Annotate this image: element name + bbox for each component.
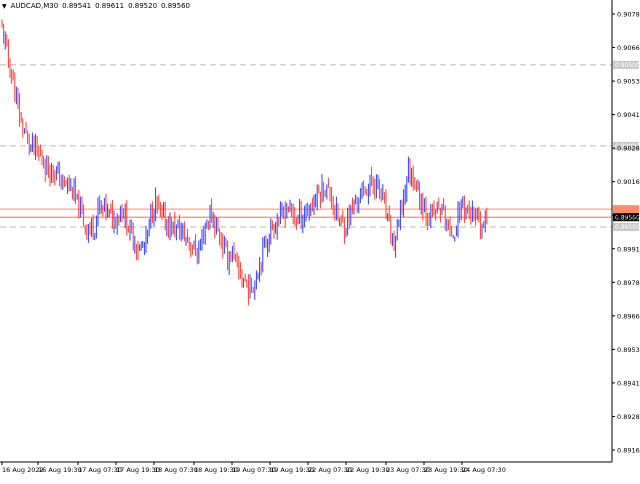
close-value: 0.89560 (161, 2, 190, 10)
y-tick-label: 0.90410 (617, 111, 640, 119)
open-value: 0.89541 (62, 2, 92, 10)
y-tick-label: 0.90160 (617, 178, 640, 186)
x-tick-label: 18 Aug 07:30 (154, 466, 198, 474)
x-tick-label: 24 Aug 07:30 (462, 466, 506, 474)
y-tick-label: 0.89535 (617, 346, 640, 354)
y-tick-label: 0.90535 (617, 78, 640, 86)
level-label: 0.90500 (615, 62, 640, 69)
x-tick-label: 16 Aug 19:30 (38, 466, 82, 474)
chart-canvas[interactable]: 0.905000.900000.89500 0.89560 0.907800.9… (0, 0, 640, 480)
y-tick-label: 0.89910 (617, 245, 640, 253)
candles (1, 19, 488, 306)
low-value: 0.89520 (128, 2, 158, 10)
symbol-label: AUDCAD,M30 (10, 2, 59, 10)
y-tick-label: 0.89785 (617, 279, 640, 287)
y-tick-label: 0.89410 (617, 379, 640, 387)
y-tick-label: 0.89160 (617, 447, 640, 455)
chart-header: ▼ AUDCAD,M30 0.89541 0.89611 0.89520 0.89560 (2, 2, 194, 10)
y-tick-label: 0.89660 (617, 312, 640, 320)
y-tick-label: 0.90285 (617, 145, 640, 153)
y-tick-label: 0.89285 (617, 413, 640, 421)
y-axis-labels: 0.90780 0.90660 0.90535 0.90410 0.90285 0.901… (612, 11, 640, 455)
y-tick-label: 0.90780 (617, 11, 640, 19)
x-axis-labels: 16 Aug 202216 Aug 19:3017 Aug 07:3017 Au… (1, 462, 506, 474)
level-label: 0.89500 (615, 224, 640, 231)
collapse-triangle-icon[interactable]: ▼ (2, 3, 7, 10)
y-tick-label: 0.90660 (617, 44, 640, 52)
high-value: 0.89611 (95, 2, 125, 10)
price-chart[interactable]: 0.905000.900000.89500 0.89560 0.907800.9… (0, 0, 640, 480)
x-tick-label: 22 Aug 19:30 (346, 466, 390, 474)
y-tick-label: 0.90035 (617, 212, 640, 220)
